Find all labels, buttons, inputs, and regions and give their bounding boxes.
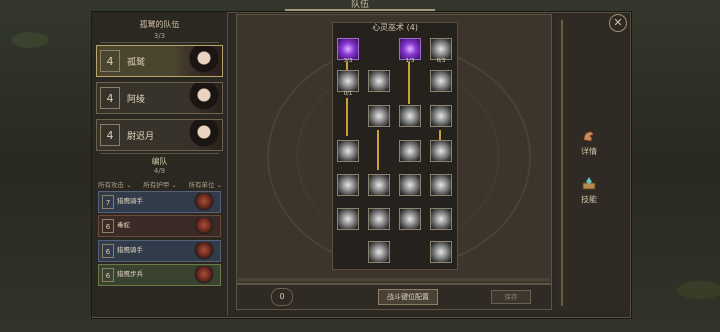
- skill-connector: [377, 130, 379, 170]
- skill-rank: 0/3: [436, 58, 446, 64]
- formation-filters: 所有攻击 ⌄ 所有护甲 ⌄ 所有单位 ⌄: [98, 179, 222, 189]
- skill-node-18[interactable]: [368, 208, 390, 230]
- unit-level: 6: [102, 244, 114, 258]
- skill-node-3[interactable]: [430, 38, 452, 60]
- skill-rank: 3/3: [343, 58, 353, 64]
- unit-slot-1[interactable]: 7 猎鹰骑手: [98, 191, 221, 213]
- unit-slot-2[interactable]: 6 毒蛇: [98, 215, 221, 237]
- member-name: 尉迟月: [127, 132, 155, 142]
- unit-level: 6: [102, 219, 114, 233]
- unit-portrait: [184, 193, 218, 211]
- save-button[interactable]: 保存: [491, 290, 531, 304]
- combat-keybind-config-button[interactable]: 战斗键位配置: [378, 289, 438, 305]
- skill-node-8[interactable]: [399, 105, 421, 127]
- skill-connector: [439, 130, 441, 140]
- member-portrait: [174, 120, 222, 150]
- skill-rank: 0/1: [343, 91, 353, 97]
- skill-node-10[interactable]: [337, 140, 359, 162]
- skill-tree-title: 心灵巫术 (4): [372, 23, 418, 32]
- skill-node-16[interactable]: [430, 174, 452, 196]
- formation-title: 编队: [151, 157, 168, 166]
- skill-node-mind-1[interactable]: [337, 38, 359, 60]
- team-sidebar: 孤鹫的队伍 3/3 4 孤鹫 4 阿绫 4 尉迟月 编队 4/9 所有攻击 ⌄ …: [92, 12, 228, 316]
- team-count: 3/3: [153, 32, 166, 40]
- unit-level: 6: [102, 268, 114, 282]
- skill-node-14[interactable]: [368, 174, 390, 196]
- skill-node-21[interactable]: [368, 241, 390, 263]
- skill-connector: [346, 98, 348, 136]
- member-portrait: [174, 46, 222, 76]
- skills-tab[interactable]: 技能: [572, 194, 606, 205]
- divider: [100, 42, 219, 43]
- close-icon[interactable]: ✕: [609, 14, 627, 32]
- member-level: 4: [100, 87, 120, 109]
- skill-node-4[interactable]: [337, 70, 359, 92]
- unit-portrait: [184, 266, 218, 284]
- skill-node-20[interactable]: [430, 208, 452, 230]
- unit-name: 猎鹰骑手: [117, 197, 143, 205]
- horizontal-scrollbar[interactable]: [238, 278, 550, 281]
- skill-node-7[interactable]: [368, 105, 390, 127]
- skill-node-19[interactable]: [399, 208, 421, 230]
- unit-portrait: [184, 217, 218, 235]
- unit-name: 猎鹰骑手: [117, 246, 143, 254]
- member-name: 阿绫: [127, 95, 146, 105]
- member-name: 孤鹫: [127, 58, 146, 68]
- skill-book-icon[interactable]: [581, 175, 597, 191]
- skill-node-5[interactable]: [368, 70, 390, 92]
- skill-node-12[interactable]: [430, 140, 452, 162]
- divider: [100, 153, 219, 154]
- member-level: 4: [100, 124, 120, 146]
- formation-count: 4/9: [153, 167, 166, 175]
- unit-slot-3[interactable]: 6 猎鹰骑手: [98, 240, 221, 262]
- unit-slot-4[interactable]: 6 猎鹰步兵: [98, 264, 221, 286]
- skill-points-counter: 0: [271, 288, 293, 306]
- skill-node-mind-2[interactable]: [399, 38, 421, 60]
- team-member-3[interactable]: 4 尉迟月: [96, 119, 223, 151]
- unit-name: 毒蛇: [117, 221, 130, 229]
- details-tab[interactable]: 详情: [572, 146, 606, 157]
- unit-portrait: [184, 242, 218, 260]
- unit-level: 7: [102, 195, 114, 209]
- armor-filter-dropdown[interactable]: 所有护甲 ⌄: [143, 179, 177, 189]
- arm-strength-icon[interactable]: [581, 127, 597, 143]
- skill-node-22[interactable]: [430, 241, 452, 263]
- team-title: 孤鹫的队伍: [139, 20, 180, 29]
- skill-connector: [408, 62, 410, 104]
- skill-node-11[interactable]: [399, 140, 421, 162]
- skill-node-15[interactable]: [399, 174, 421, 196]
- member-portrait: [174, 83, 222, 113]
- right-divider: [561, 20, 563, 306]
- unit-name: 猎鹰步兵: [117, 270, 143, 278]
- team-member-2[interactable]: 4 阿绫: [96, 82, 223, 114]
- member-level: 4: [100, 50, 120, 72]
- skill-node-6[interactable]: [430, 70, 452, 92]
- title-underline: [285, 9, 435, 11]
- skill-node-9[interactable]: [430, 105, 452, 127]
- team-member-1[interactable]: 4 孤鹫: [96, 45, 223, 77]
- right-menu: [556, 14, 628, 310]
- skill-node-17[interactable]: [337, 208, 359, 230]
- unit-filter-dropdown[interactable]: 所有单位 ⌄: [188, 179, 222, 189]
- skill-node-13[interactable]: [337, 174, 359, 196]
- skill-rank: 1/3: [405, 58, 415, 64]
- attack-filter-dropdown[interactable]: 所有攻击 ⌄: [98, 179, 132, 189]
